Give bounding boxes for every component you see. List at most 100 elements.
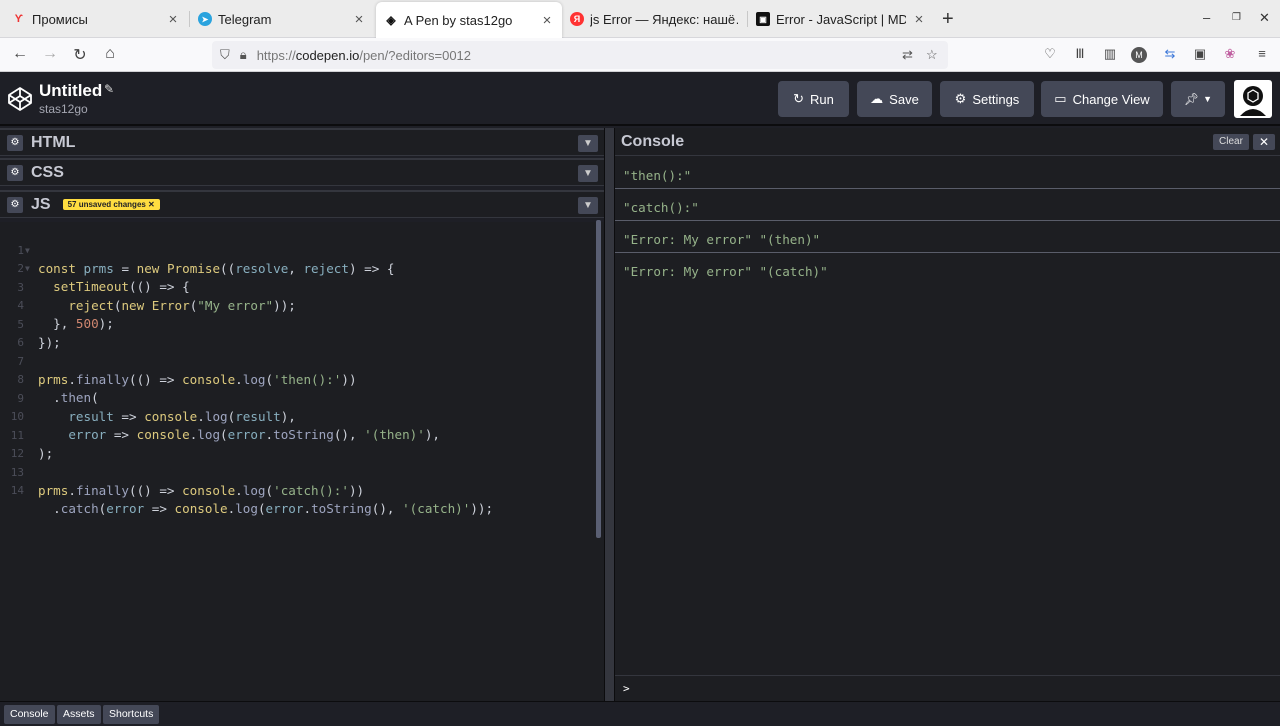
sidebar-icon[interactable]: ▥ (1101, 46, 1119, 62)
back-icon[interactable]: ← (10, 45, 30, 63)
js-code-editor[interactable]: 1 ▼ const prms = new Promise((resolve, re… (0, 222, 604, 701)
browser-tab-promises[interactable]: Ƴ Промисы × (4, 0, 188, 38)
code-line: 11 ); (10, 429, 54, 461)
layout-icon: ▭ (1054, 91, 1067, 106)
reload-icon[interactable]: ↻ (70, 45, 90, 65)
browser-nav-bar: ← → ↻ ⌂ ⛉ 🔒︎ https://codepen.io/pen/?edi… (0, 38, 1280, 72)
forward-icon[interactable]: → (40, 45, 60, 63)
window-close-icon[interactable]: ✕ (1259, 10, 1270, 26)
gear-icon[interactable]: ⚙ (7, 134, 23, 151)
browser-tab-codepen[interactable]: ◈ A Pen by stas12go × (376, 2, 562, 38)
console-header: Console Clear ✕ (615, 128, 1280, 156)
gear-icon: ⚙ (954, 91, 967, 106)
gear-icon[interactable]: ⚙ (7, 196, 23, 213)
code-line: 1 ▼ const prms = new Promise((resolve, re… (17, 244, 395, 276)
console-title: Console (621, 132, 685, 150)
js-editor-header[interactable]: ⚙ JS 57 unsaved changes ✕ ▼ (0, 190, 604, 218)
clear-console-button[interactable]: Clear (1213, 134, 1249, 150)
code-line: 9 result => console.log(result), (17, 392, 296, 424)
tab-title: Telegram (218, 11, 272, 27)
code-line: 4 }, 500); (17, 299, 114, 331)
pen-author[interactable]: stas12go (39, 102, 88, 116)
editor-scrollbar[interactable] (596, 220, 601, 538)
code-line: 5 }); (17, 318, 61, 350)
extension-m-icon[interactable]: M (1131, 47, 1147, 63)
save-label: Save (889, 91, 919, 107)
console-message: "Error: My error" "(catch)" (623, 264, 828, 279)
code-line: 14 .catch(error => console.log(error.toS… (10, 484, 494, 516)
settings-button[interactable]: ⚙ Settings (940, 81, 1034, 117)
tab-title: Error - JavaScript | MDN (776, 11, 906, 27)
console-message: "Error: My error" "(then)" (615, 221, 1280, 253)
css-editor-label: CSS (31, 163, 64, 181)
minimize-icon[interactable]: – (1203, 10, 1210, 25)
pencil-icon[interactable]: ✎ (104, 82, 114, 96)
new-tab-button[interactable]: + (942, 8, 954, 31)
code-line: 12 (10, 447, 24, 460)
refresh-icon: ↻ (793, 91, 805, 106)
user-avatar[interactable] (1234, 80, 1272, 118)
extension-icon[interactable]: ❀ (1221, 46, 1239, 62)
run-label: Run (810, 91, 834, 107)
chevron-down-icon[interactable]: ▼ (578, 165, 598, 182)
close-console-button[interactable]: ✕ (1253, 134, 1275, 150)
console-toggle-button[interactable]: Console (4, 705, 55, 724)
home-icon[interactable]: ⌂ (100, 45, 120, 63)
codepen-icon: ◈ (386, 13, 396, 27)
codepen-footer: Console Assets Shortcuts (0, 701, 1280, 726)
browser-tab-yandex[interactable]: Я js Error — Яндекс: нашё… (562, 0, 746, 38)
console-panel: Console Clear ✕ "then():" "catch():" "Er… (615, 128, 1280, 701)
console-input[interactable]: > (615, 675, 1280, 701)
codepen-logo-icon[interactable] (7, 86, 33, 112)
cloud-icon: ☁ (870, 91, 884, 106)
close-icon[interactable]: × (540, 12, 554, 29)
pane-resizer[interactable] (604, 128, 615, 701)
library-icon[interactable]: Ⅲ (1071, 46, 1089, 62)
assets-button[interactable]: Assets (57, 705, 101, 724)
telegram-icon: ➤ (198, 12, 212, 26)
menu-icon[interactable]: ≡ (1253, 46, 1271, 61)
change-view-button[interactable]: ▭ Change View (1041, 81, 1163, 117)
close-icon[interactable]: × (912, 11, 926, 28)
shortcuts-button[interactable]: Shortcuts (103, 705, 160, 724)
css-editor-header[interactable]: ⚙ CSS ▼ (0, 158, 604, 186)
ya-icon: Ƴ (14, 13, 24, 25)
html-editor-label: HTML (31, 133, 76, 151)
settings-label: Settings (972, 91, 1020, 107)
pin-button[interactable]: 📌︎ ▼ (1171, 81, 1225, 117)
close-icon[interactable]: × (352, 11, 366, 28)
address-bar[interactable]: ⛉ 🔒︎ https://codepen.io/pen/?editors=001… (212, 41, 948, 69)
code-line: 2 ▼ setTimeout(() => { (17, 262, 190, 294)
browser-tab-mdn[interactable]: ▣ Error - JavaScript | MDN × (748, 0, 934, 38)
chevron-down-icon[interactable]: ▼ (578, 135, 598, 152)
bookmark-star-icon[interactable]: ☆ (926, 47, 938, 63)
code-line: 13 prms.finally(() => console.log('catch… (10, 466, 365, 498)
chevron-down-icon[interactable]: ▼ (578, 197, 598, 214)
pocket-icon[interactable]: ♡ (1041, 46, 1059, 62)
screenshot-ext-icon[interactable]: ▣ (1191, 46, 1209, 62)
pen-title[interactable]: Untitled (39, 81, 102, 101)
chevron-down-icon: ▼ (1203, 94, 1213, 104)
translate-icon[interactable]: ⇄ (902, 47, 913, 63)
js-editor-label: JS (31, 195, 51, 213)
tab-title: A Pen by stas12go (404, 12, 513, 28)
save-button[interactable]: ☁ Save (857, 81, 932, 117)
gear-icon[interactable]: ⚙ (7, 164, 23, 181)
translate-ext-icon[interactable]: ⇆ (1161, 46, 1179, 62)
lock-icon: 🔒︎ (239, 47, 247, 62)
pin-icon: 📌︎ (1183, 92, 1200, 106)
close-icon[interactable]: × (166, 11, 180, 28)
browser-tab-telegram[interactable]: ➤ Telegram × (190, 0, 374, 38)
avatar-icon (1236, 82, 1270, 116)
browser-tab-bar: Ƴ Промисы × ➤ Telegram × ◈ A Pen by stas… (0, 0, 1280, 38)
console-message: "catch():" (615, 189, 1280, 221)
code-line: 7 prms.finally(() => console.log('then()… (17, 355, 357, 387)
tab-title: Промисы (32, 11, 88, 27)
html-editor-header[interactable]: ⚙ HTML ▼ (0, 128, 604, 156)
code-line: 8 .then( (17, 373, 99, 405)
unsaved-changes-badge[interactable]: 57 unsaved changes ✕ (62, 199, 160, 210)
editor-column: ⚙ HTML ▼ ⚙ CSS ▼ ⚙ JS 57 unsaved changes… (0, 128, 604, 701)
run-button[interactable]: ↻ Run (778, 81, 849, 117)
restore-icon[interactable]: ❐ (1232, 12, 1241, 23)
console-message: "then():" (615, 157, 1280, 189)
